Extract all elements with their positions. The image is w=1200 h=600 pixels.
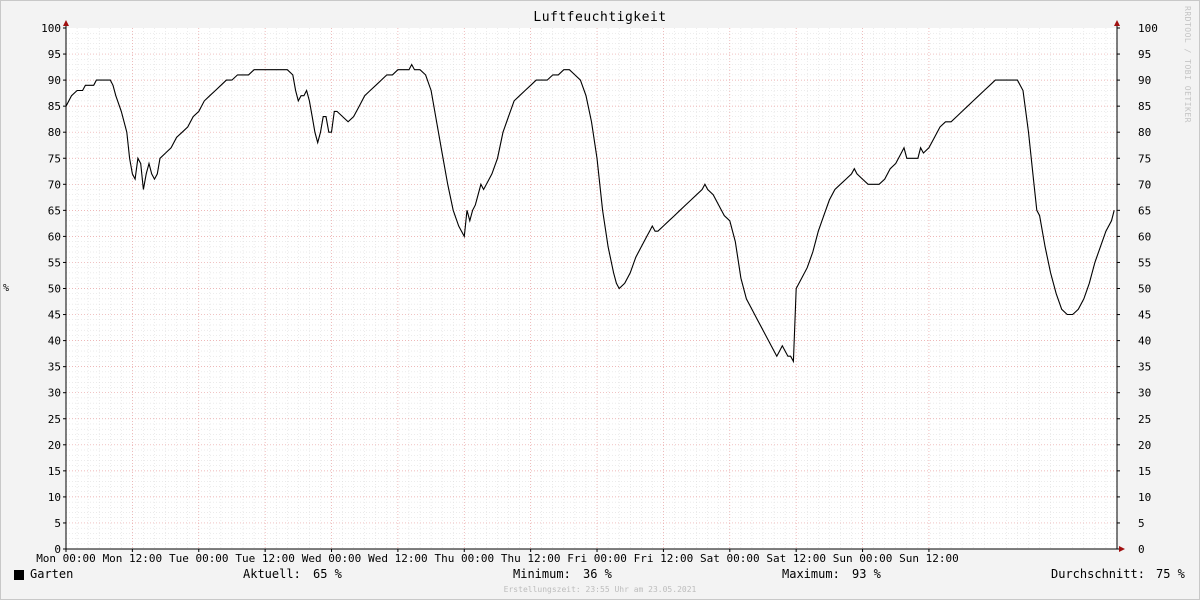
y-tick-label-right: 80 — [1138, 126, 1151, 139]
legend-maximum-value: 93 % — [852, 567, 881, 581]
x-tick-label: Tue 00:00 — [169, 552, 229, 565]
legend-current-label: Aktuell: — [243, 567, 301, 581]
y-axis-arrow-right — [1114, 20, 1120, 26]
y-tick-label-left: 45 — [48, 309, 61, 322]
y-tick-label-left: 30 — [48, 387, 61, 400]
y-tick-label-left: 85 — [48, 100, 61, 113]
legend-minimum-label: Minimum: — [513, 567, 571, 581]
x-tick-label: Sat 00:00 — [700, 552, 760, 565]
y-tick-label-right: 75 — [1138, 152, 1151, 165]
y-tick-label-right: 55 — [1138, 256, 1151, 269]
y-tick-label-right: 40 — [1138, 335, 1151, 348]
y-tick-label-right: 90 — [1138, 74, 1151, 87]
x-tick-label: Thu 12:00 — [501, 552, 561, 565]
legend-average-value: 75 % — [1156, 567, 1185, 581]
chart-plot: 0 05 510 1015 1520 2025 2530 3035 3540 4045 4550 50… — [36, 20, 1158, 565]
x-axis-arrow — [1119, 546, 1125, 552]
x-tick-label: Tue 12:00 — [235, 552, 295, 565]
y-tick-label-right: 0 — [1138, 543, 1145, 556]
x-tick-label: Mon 12:00 — [103, 552, 163, 565]
legend-series-label: Garten — [30, 567, 74, 581]
y-tick-label-right: 95 — [1138, 48, 1151, 61]
y-tick-label-left: 10 — [48, 491, 61, 504]
y-tick-label-left: 20 — [48, 439, 61, 452]
x-tick-label: Wed 00:00 — [302, 552, 362, 565]
y-tick-label-left: 60 — [48, 230, 61, 243]
y-tick-label-left: 50 — [48, 283, 61, 296]
x-tick-label: Sun 00:00 — [833, 552, 893, 565]
y-tick-label-right: 70 — [1138, 178, 1151, 191]
y-tick-label-left: 25 — [48, 413, 61, 426]
x-tick-label: Thu 00:00 — [434, 552, 494, 565]
y-tick-label-right: 100 — [1138, 22, 1158, 35]
y-tick-label-left: 40 — [48, 335, 61, 348]
legend-minimum-value: 36 % — [583, 567, 612, 581]
x-tick-label: Fri 00:00 — [567, 552, 627, 565]
x-tick-label: Wed 12:00 — [368, 552, 428, 565]
y-tick-label-left: 75 — [48, 152, 61, 165]
y-tick-label-right: 15 — [1138, 465, 1151, 478]
y-tick-label-left: 70 — [48, 178, 61, 191]
x-tick-label: Fri 12:00 — [634, 552, 694, 565]
y-tick-label-right: 60 — [1138, 230, 1151, 243]
y-tick-label-left: 100 — [41, 22, 61, 35]
legend-current-value: 65 % — [313, 567, 342, 581]
legend-maximum-label: Maximum: — [782, 567, 840, 581]
y-tick-label-right: 20 — [1138, 439, 1151, 452]
y-tick-label-left: 80 — [48, 126, 61, 139]
y-tick-label-left: 90 — [48, 74, 61, 87]
y-axis-arrow-left — [63, 20, 69, 26]
y-tick-label-right: 85 — [1138, 100, 1151, 113]
y-tick-label-right: 10 — [1138, 491, 1151, 504]
y-tick-label-right: 65 — [1138, 204, 1151, 217]
x-tick-label: Mon 00:00 — [36, 552, 96, 565]
creation-timestamp: Erstellungszeit: 23:55 Uhr am 23.05.2021 — [503, 585, 697, 594]
y-tick-label-right: 45 — [1138, 309, 1151, 322]
y-tick-label-left: 5 — [54, 517, 61, 530]
y-tick-label-left: 65 — [48, 204, 61, 217]
y-tick-label-left: 15 — [48, 465, 61, 478]
y-tick-label-right: 30 — [1138, 387, 1151, 400]
y-tick-label-right: 25 — [1138, 413, 1151, 426]
legend-swatch-garten — [14, 570, 24, 580]
y-tick-label-right: 35 — [1138, 361, 1151, 374]
y-tick-label-left: 55 — [48, 256, 61, 269]
y-tick-label-right: 50 — [1138, 283, 1151, 296]
y-tick-label-right: 5 — [1138, 517, 1145, 530]
y-tick-label-left: 95 — [48, 48, 61, 61]
y-tick-label-left: 35 — [48, 361, 61, 374]
legend-average-label: Durchschnitt: — [1051, 567, 1145, 581]
x-tick-label: Sun 12:00 — [899, 552, 959, 565]
x-tick-label: Sat 12:00 — [766, 552, 826, 565]
